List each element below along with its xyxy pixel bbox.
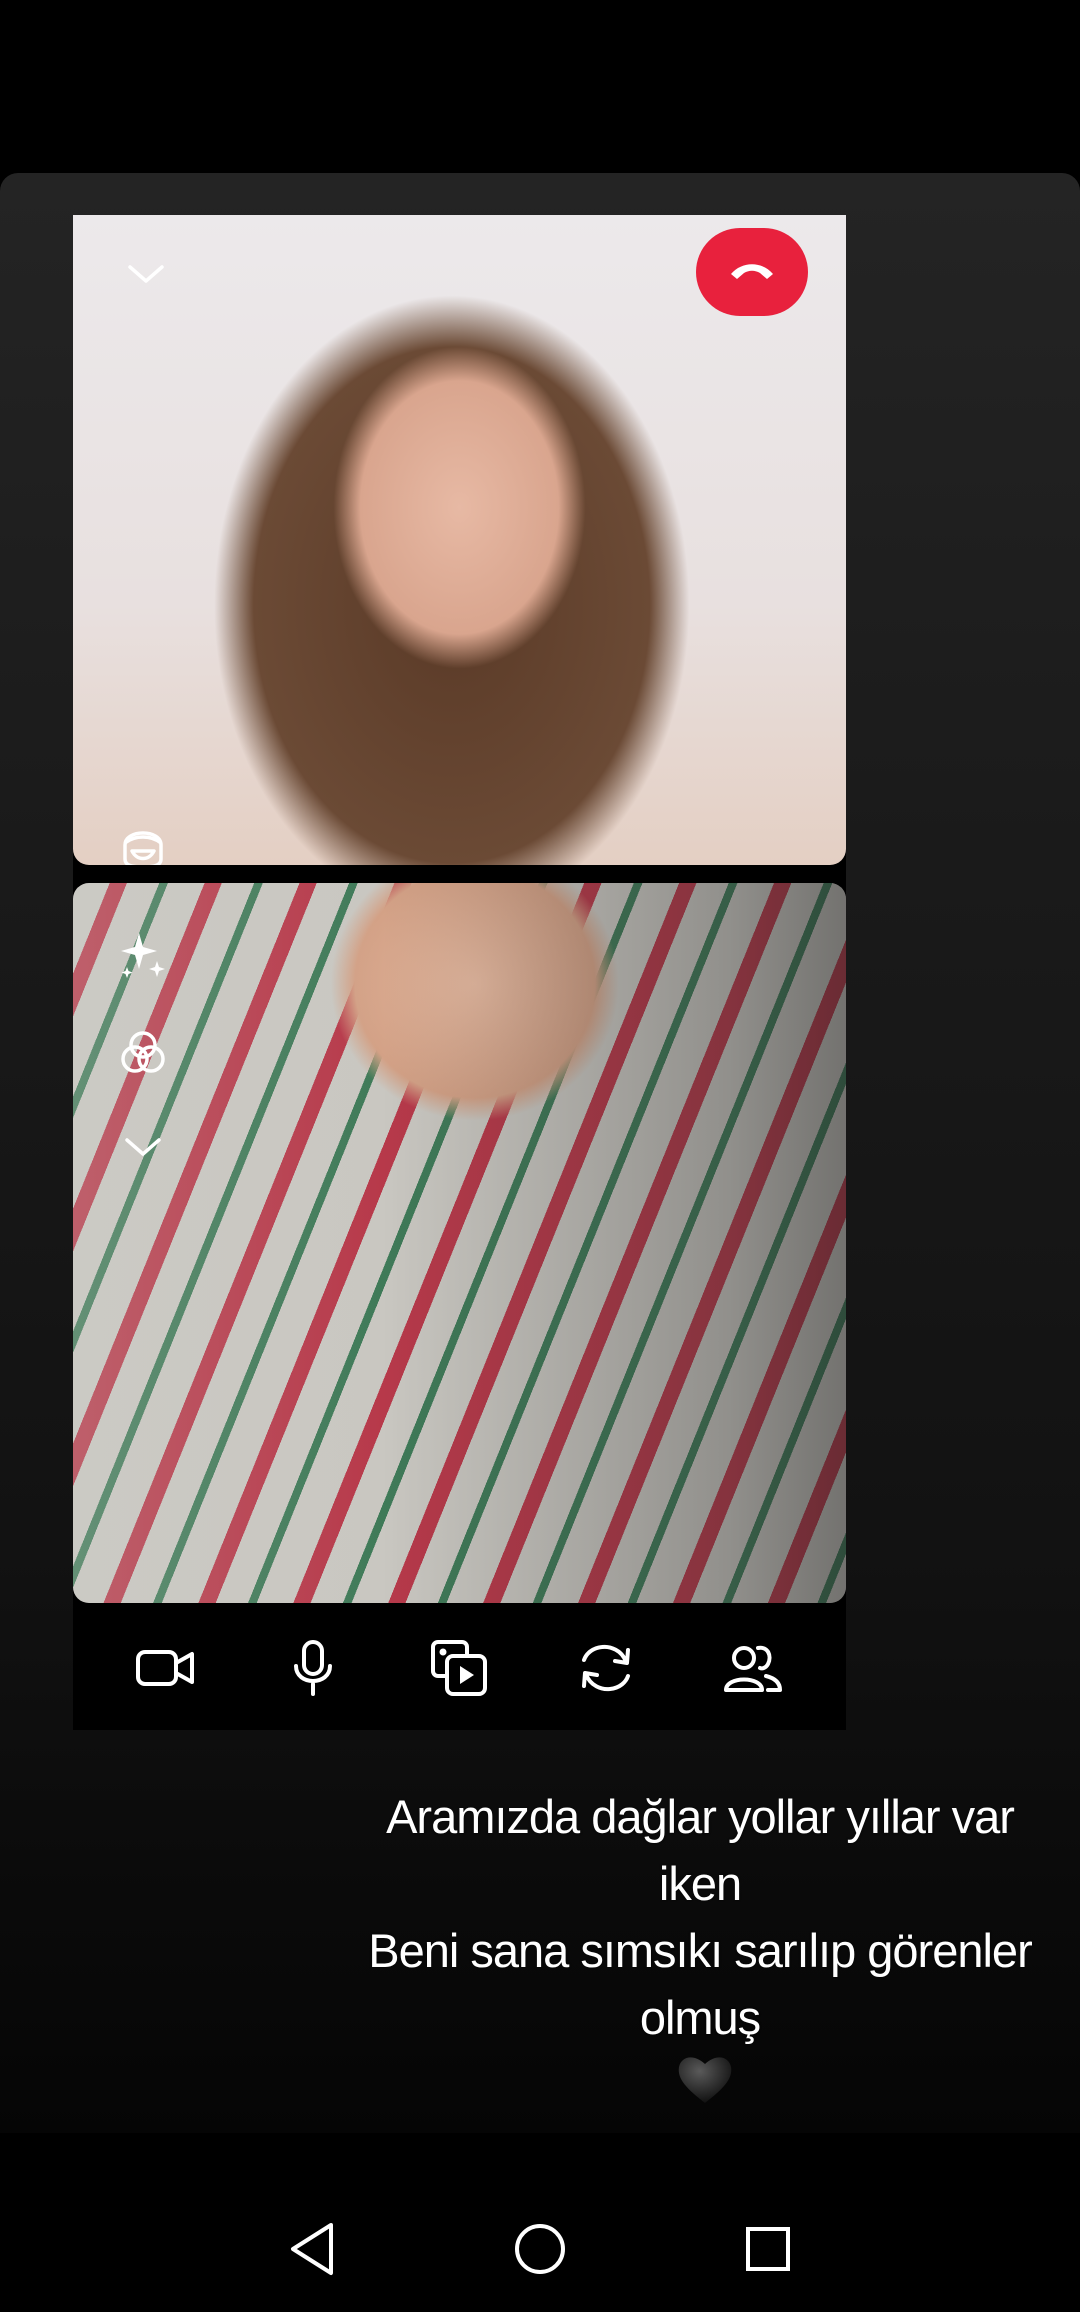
back-triangle-icon (287, 2221, 337, 2281)
remote-video-feed (73, 215, 846, 865)
self-video-feed (73, 883, 846, 1603)
system-navigation-bar (0, 2190, 1080, 2312)
share-media-button[interactable] (414, 1625, 504, 1715)
flip-camera-icon (576, 1640, 636, 1700)
overlapping-circles-icon[interactable] (113, 1023, 173, 1083)
call-toolbar (73, 1610, 846, 1730)
caption-line-3: Beni sana sımsıkı sarılıp görenler (368, 1924, 1032, 1977)
face-filter-icon[interactable] (113, 813, 173, 865)
screen: Aramızda dağlar yollar yıllar var iken B… (0, 0, 1080, 2312)
phone-hangup-icon (727, 257, 777, 287)
home-button[interactable] (505, 2216, 575, 2286)
add-people-button[interactable] (708, 1625, 798, 1715)
recents-button[interactable] (733, 2216, 803, 2286)
caption-line-2: iken (658, 1857, 742, 1910)
black-heart-icon (350, 2051, 1060, 2124)
camera-toggle-button[interactable] (121, 1625, 211, 1715)
story-caption: Aramızda dağlar yollar yıllar var iken B… (340, 1783, 1060, 2124)
back-button[interactable] (277, 2216, 347, 2286)
media-share-icon (429, 1638, 489, 1702)
video-camera-icon (134, 1644, 198, 1696)
video-call-frame (73, 215, 846, 1730)
add-people-icon (722, 1640, 784, 1700)
chevron-down-icon[interactable] (118, 1123, 168, 1173)
microphone-icon (289, 1638, 337, 1702)
end-call-button[interactable] (696, 228, 808, 316)
microphone-button[interactable] (268, 1625, 358, 1715)
caption-line-4: olmuş (639, 1991, 761, 2044)
home-circle-icon (512, 2221, 568, 2281)
recents-square-icon (743, 2224, 793, 2278)
caption-line-1: Aramızda dağlar yollar yıllar var (386, 1790, 1015, 1843)
flip-camera-button[interactable] (561, 1625, 651, 1715)
chevron-down-icon[interactable] (121, 250, 171, 300)
caption-line-4-wrapper: olmuş (340, 1984, 1060, 2124)
sparkle-icon[interactable] (113, 925, 173, 985)
